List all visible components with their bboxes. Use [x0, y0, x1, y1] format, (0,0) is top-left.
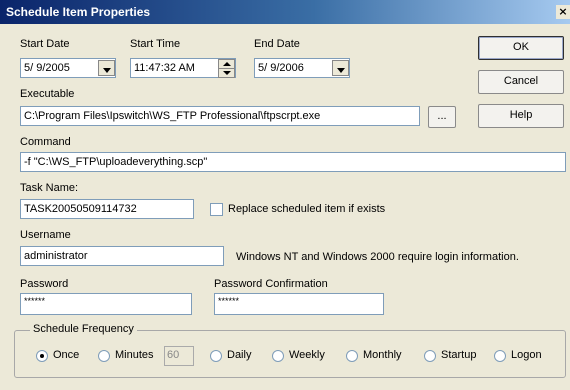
radio-once[interactable]: [36, 350, 48, 362]
schedule-frequency-label: Schedule Frequency: [30, 323, 137, 335]
minutes-input[interactable]: 60: [164, 346, 194, 366]
start-date-label: Start Date: [20, 38, 70, 50]
radio-weekly-label: Weekly: [289, 349, 325, 361]
close-icon[interactable]: ×: [556, 5, 570, 19]
spin-down-icon[interactable]: [218, 68, 235, 78]
end-date-dropdown-icon[interactable]: [332, 60, 349, 76]
title-bar: Schedule Item Properties: [0, 0, 570, 24]
radio-minutes[interactable]: [98, 350, 110, 362]
radio-daily[interactable]: [210, 350, 222, 362]
help-button[interactable]: Help: [478, 104, 564, 128]
ok-button[interactable]: OK: [478, 36, 564, 60]
radio-startup-label: Startup: [441, 349, 477, 361]
radio-daily-label: Daily: [227, 349, 252, 361]
task-name-field[interactable]: TASK20050509114732: [20, 199, 194, 219]
executable-label: Executable: [20, 88, 75, 100]
radio-minutes-label: Minutes: [115, 349, 154, 361]
radio-startup[interactable]: [424, 350, 436, 362]
command-label: Command: [20, 136, 71, 148]
username-field[interactable]: administrator: [20, 246, 224, 266]
start-date-dropdown-icon[interactable]: [98, 60, 115, 76]
radio-logon[interactable]: [494, 350, 506, 362]
radio-once-label: Once: [53, 349, 80, 361]
radio-monthly-label: Monthly: [363, 349, 402, 361]
command-field[interactable]: -f "C:\WS_FTP\uploadeverything.scp": [20, 152, 566, 172]
password-label: Password: [20, 278, 69, 290]
replace-checkbox[interactable]: [210, 203, 223, 216]
window-title: Schedule Item Properties: [6, 5, 151, 19]
cancel-button[interactable]: Cancel: [478, 70, 564, 94]
start-time-label: Start Time: [130, 38, 181, 50]
end-date-label: End Date: [254, 38, 300, 50]
username-label: Username: [20, 229, 71, 241]
password-confirmation-label: Password Confirmation: [214, 278, 328, 290]
browse-button[interactable]: ...: [428, 106, 456, 128]
replace-label: Replace scheduled item if exists: [228, 203, 386, 215]
radio-logon-label: Logon: [511, 349, 542, 361]
radio-monthly[interactable]: [346, 350, 358, 362]
radio-weekly[interactable]: [272, 350, 284, 362]
executable-field[interactable]: C:\Program Files\Ipswitch\WS_FTP Profess…: [20, 106, 420, 126]
password-confirmation-field[interactable]: ******: [214, 293, 384, 315]
task-name-label: Task Name:: [20, 182, 79, 194]
password-field[interactable]: ******: [20, 293, 192, 315]
login-info-note: Windows NT and Windows 2000 require logi…: [236, 251, 519, 263]
